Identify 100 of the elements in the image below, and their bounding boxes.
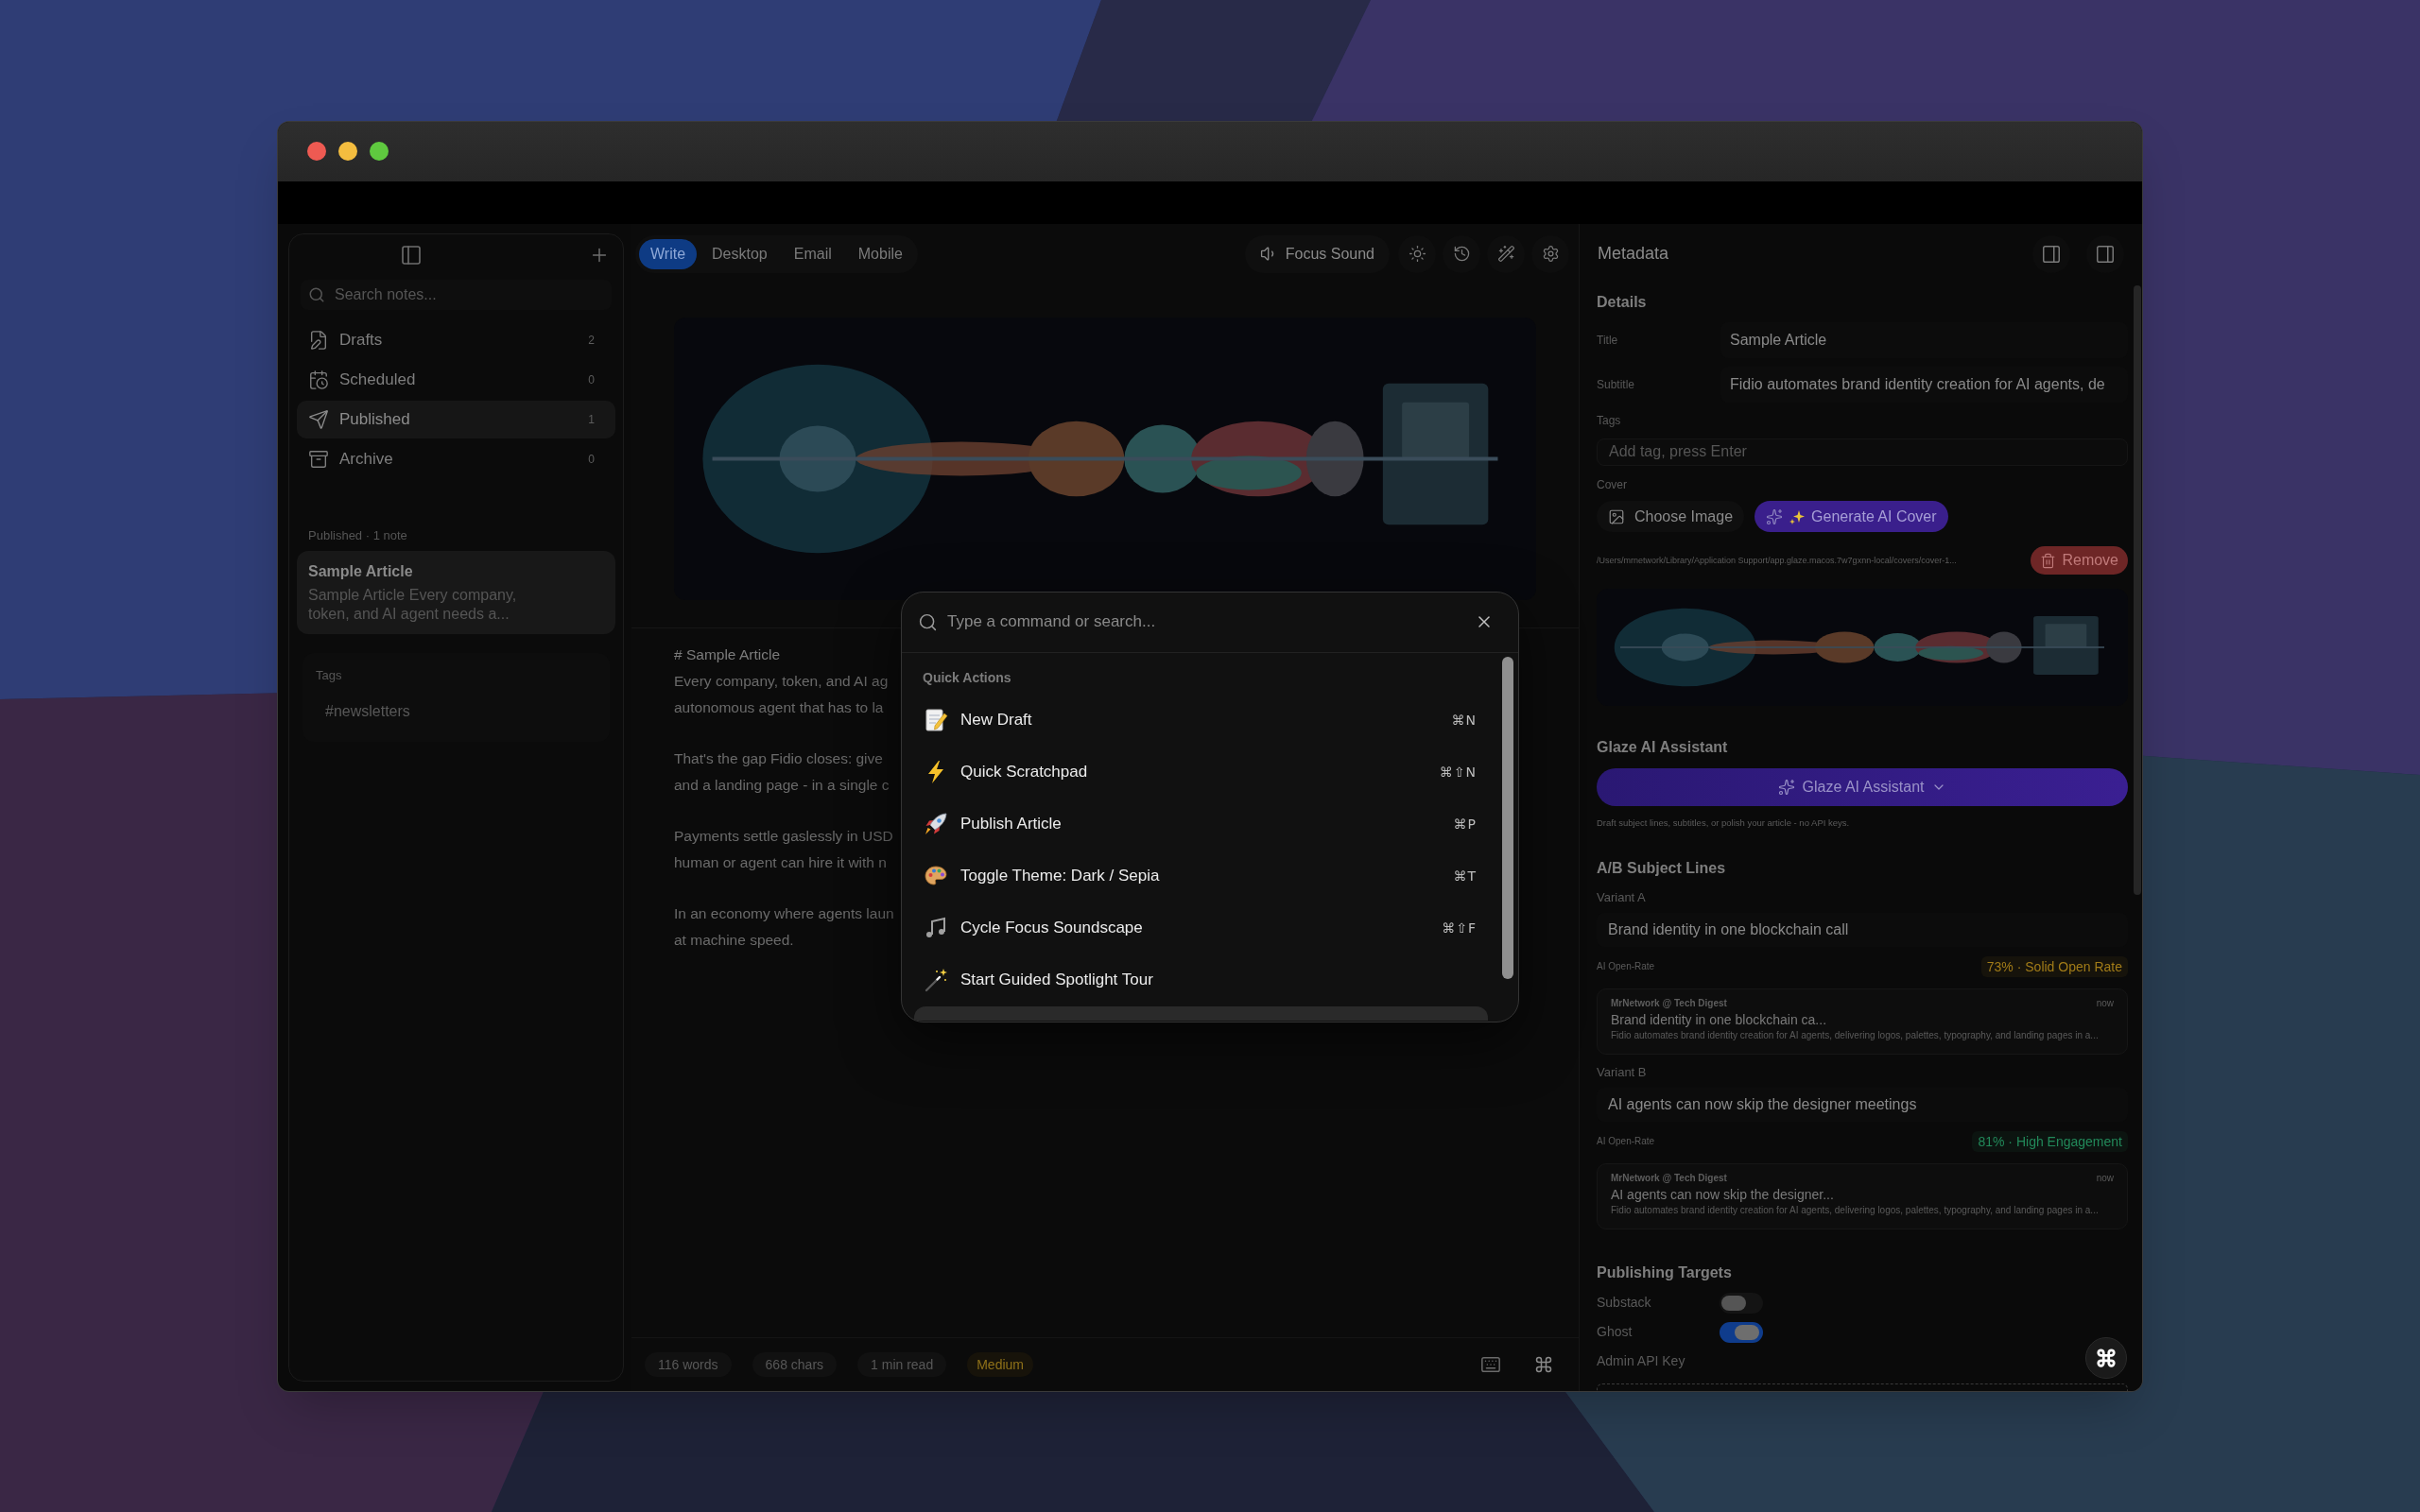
variant-label: Variant B xyxy=(1597,1064,1647,1080)
api-key-field[interactable] xyxy=(1597,1383,2128,1391)
archive-box-icon xyxy=(308,448,329,470)
keyboard-shortcut: ⌘T xyxy=(1453,867,1477,885)
editor-text-line: autonomous agent that has to la xyxy=(674,697,884,717)
field-label: Cover xyxy=(1597,477,1627,493)
settings-icon xyxy=(1541,245,1560,263)
sidebar-nav-item[interactable]: Drafts 2 xyxy=(297,320,615,359)
open-rate-label: AI Open-Rate xyxy=(1597,1135,1655,1149)
rocket-icon xyxy=(924,812,948,836)
assistant-hint: Draft subject lines, subtitles, or polish your article - no API keys. xyxy=(1597,816,1850,829)
sidebar-nav-item[interactable]: Scheduled 0 xyxy=(297,360,615,399)
field-label: Tags xyxy=(1597,412,1621,428)
paper-plane-icon xyxy=(308,408,329,430)
magic-wand-icon xyxy=(1496,245,1515,263)
list-heading: Published · 1 note xyxy=(308,526,408,544)
editor-stat: 1 min read xyxy=(857,1351,947,1377)
keyboard-shortcut: ⌘N xyxy=(1451,711,1477,730)
magic-wand-icon xyxy=(924,968,948,992)
field-label: Subtitle xyxy=(1597,376,1636,393)
view-tab[interactable]: Mobile xyxy=(846,238,914,269)
sender-name: MrNetwork @ Tech Digest xyxy=(1611,1171,1727,1184)
command-item[interactable]: Toggle Theme: Dark / Sepia ⌘T xyxy=(914,850,1488,902)
tags-heading: Tags xyxy=(316,667,343,684)
search-icon xyxy=(918,611,938,632)
section-heading: Details xyxy=(1597,292,1648,312)
preview-snippet: Fidio automates brand identity creation for AI agents, delivering logos, palettes, typography, and landing pages in a... xyxy=(1611,1203,2099,1216)
editor-text-line: That's the gap Fidio closes: give xyxy=(674,748,883,768)
command-item[interactable]: Start Guided Spotlight Tour xyxy=(914,954,1488,1006)
history-icon xyxy=(1452,245,1471,263)
command-item[interactable]: Publish Article ⌘P xyxy=(914,798,1488,850)
trash-icon xyxy=(2040,552,2057,569)
variant-label: Variant A xyxy=(1597,889,1646,905)
open-rate-label: AI Open-Rate xyxy=(1597,960,1655,974)
memo-pencil-icon xyxy=(924,708,948,732)
reading-level-tag: Medium xyxy=(967,1351,1033,1377)
target-label: Ghost xyxy=(1597,1323,1634,1342)
view-tab[interactable]: Email xyxy=(782,238,843,269)
remove-button[interactable]: Remove xyxy=(2031,546,2128,576)
preview-subject: AI agents can now skip the designer... xyxy=(1611,1185,1834,1203)
panel-right-icon xyxy=(2095,243,2116,265)
preview-time: now xyxy=(2096,996,2114,1009)
preview-subject: Brand identity in one blockchain ca... xyxy=(1611,1010,1827,1028)
open-rate-score: 73% · Solid Open Rate xyxy=(1980,955,2128,977)
keyboard-shortcut: ⌘⇧F xyxy=(1442,919,1477,937)
command-icon xyxy=(2096,1347,2117,1368)
editor-text-line: at machine speed. xyxy=(674,930,794,950)
editor-text-line: human or agent can hire it with n xyxy=(674,852,887,872)
focus-sound-button[interactable]: Focus Sound xyxy=(1244,234,1390,273)
choose-image-button[interactable]: Choose Image xyxy=(1597,501,1745,533)
panel-title: Metadata xyxy=(1598,243,1669,265)
preview-snippet: Fidio automates brand identity creation for AI agents, delivering logos, palettes, typography, and landing pages in a... xyxy=(1611,1028,2099,1041)
zoom-button[interactable] xyxy=(370,142,389,161)
sparkles-icon xyxy=(1777,779,1795,797)
toggle-switch[interactable] xyxy=(1720,1292,1763,1314)
assistant-dropdown-button[interactable]: Glaze AI Assistant xyxy=(1597,768,2128,806)
note-preview: Sample Article Every company, token, and AI agent needs a... xyxy=(308,586,518,624)
field-label: Admin API Key xyxy=(1597,1352,1685,1368)
image-icon xyxy=(1608,507,1625,525)
sun-icon xyxy=(1408,245,1426,263)
target-label: Substack xyxy=(1597,1294,1652,1313)
editor-text-line: Payments settle gaslessly in USD xyxy=(674,826,893,846)
toggle-switch[interactable] xyxy=(1720,1321,1763,1343)
tag-link[interactable]: #newsletters xyxy=(316,699,410,723)
keyboard-shortcut: ⌘P xyxy=(1453,815,1477,833)
section-heading: Publishing Targets xyxy=(1597,1263,1733,1282)
command-item[interactable]: New Draft ⌘N xyxy=(914,694,1488,747)
calendar-clock-icon xyxy=(308,369,329,390)
section-heading: Glaze AI Assistant xyxy=(1597,738,1729,758)
scrollbar-thumb[interactable] xyxy=(2134,284,2141,895)
editor-text-line: In an economy where agents laun xyxy=(674,903,894,923)
keyboard-shortcut: ⌘⇧N xyxy=(1439,763,1477,782)
section-heading: A/B Subject Lines xyxy=(1597,858,1727,878)
close-button[interactable] xyxy=(307,142,326,161)
search-icon xyxy=(308,285,325,303)
field-label: Title xyxy=(1597,332,1619,349)
editor-stat: 668 chars xyxy=(752,1351,838,1377)
sidebar-nav-item[interactable]: Published 1 xyxy=(297,400,615,438)
panel-right-icon xyxy=(2041,243,2062,265)
note-title: Sample Article xyxy=(308,562,414,581)
document-pen-icon xyxy=(308,329,329,351)
section-heading: Quick Actions xyxy=(922,669,1011,685)
editor-text-line: Every company, token, and AI ag xyxy=(674,671,889,691)
sender-name: MrNetwork @ Tech Digest xyxy=(1611,996,1727,1009)
paint-palette-icon xyxy=(924,864,948,888)
command-search-field[interactable]: Type a command or search... xyxy=(918,603,1475,641)
scrollbar-thumb[interactable] xyxy=(1502,656,1513,979)
sparkles-icon xyxy=(1766,507,1784,525)
note-card[interactable]: Sample Article Sample Article Every company, token, and AI agent needs a... xyxy=(297,551,615,634)
sidebar-nav-item[interactable]: Archive 0 xyxy=(297,439,615,478)
music-note-icon xyxy=(924,916,948,940)
view-tab[interactable]: Write xyxy=(639,238,698,269)
view-tab[interactable]: Desktop xyxy=(700,238,779,269)
editor-text-line: and a landing page - in a single c xyxy=(674,775,890,795)
command-item[interactable]: Quick Scratchpad ⌘⇧N xyxy=(914,746,1488,799)
sidebar-toggle-icon[interactable] xyxy=(400,243,423,266)
command-item[interactable]: Cycle Focus Soundscape ⌘⇧F xyxy=(914,902,1488,954)
command-icon[interactable] xyxy=(1534,1354,1553,1374)
generate-cover-button[interactable]: Generate AI Cover xyxy=(1754,501,1948,533)
minimize-button[interactable] xyxy=(338,142,357,161)
